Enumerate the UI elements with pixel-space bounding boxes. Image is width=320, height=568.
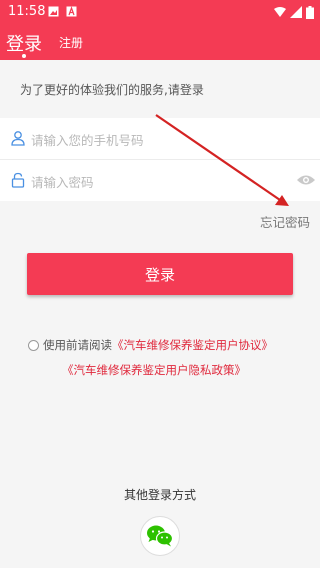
header-bar: 11:58 登录 注册 [0, 0, 320, 60]
password-input[interactable]: 请输入密码 [31, 172, 94, 191]
status-time: 11:58 [8, 4, 46, 19]
status-bar: 11:58 [0, 0, 320, 24]
tab-register[interactable]: 注册 [59, 34, 83, 51]
signal-icon [290, 6, 302, 18]
login-button[interactable]: 登录 [27, 253, 293, 295]
intro-text: 为了更好的体验我们的服务,请登录 [20, 83, 204, 97]
wifi-icon [274, 7, 286, 17]
wechat-login-button[interactable] [140, 516, 180, 556]
active-tab-indicator [22, 54, 26, 58]
tab-login[interactable]: 登录 [6, 30, 42, 56]
forgot-password-link[interactable]: 忘记密码 [260, 212, 310, 231]
wechat-icon [147, 525, 174, 547]
eye-icon[interactable] [296, 173, 316, 187]
agreement-line: 使用前请阅读 《汽车维修保养鉴定用户协议》 [28, 337, 273, 353]
phone-input[interactable]: 请输入您的手机号码 [31, 130, 144, 149]
privacy-policy-link[interactable]: 《汽车维修保养鉴定用户隐私政策》 [62, 363, 246, 377]
user-agreement-link[interactable]: 《汽车维修保养鉴定用户协议》 [112, 337, 273, 353]
text-notification-icon [66, 6, 77, 17]
lock-icon [11, 172, 25, 188]
agreement-radio[interactable] [28, 339, 39, 351]
other-login-label: 其他登录方式 [123, 488, 196, 502]
user-icon [11, 131, 25, 146]
agreement-prefix: 使用前请阅读 [43, 338, 112, 352]
phone-field[interactable]: 请输入您的手机号码 [0, 118, 320, 159]
password-field[interactable]: 请输入密码 [0, 160, 320, 201]
image-notification-icon [48, 6, 59, 17]
battery-icon [306, 5, 314, 19]
